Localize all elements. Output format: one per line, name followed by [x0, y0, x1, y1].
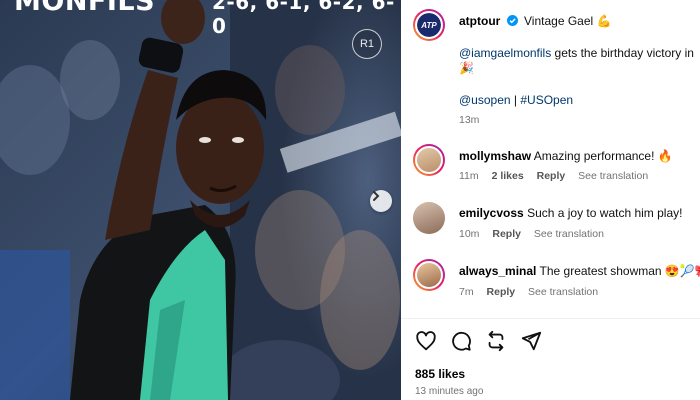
mention-link[interactable]: @iamgaelmonfils: [459, 46, 551, 60]
comment-time: 11m: [459, 170, 479, 182]
tag-separator: |: [510, 93, 521, 107]
repost-icon: [488, 330, 504, 352]
chevron-right-icon: [373, 191, 380, 201]
comment-username[interactable]: emilycvoss: [459, 206, 524, 220]
verified-badge-icon: [506, 15, 518, 26]
round-badge: R1: [352, 29, 382, 59]
see-translation-link[interactable]: See translation: [528, 286, 598, 298]
player-photo: [0, 0, 401, 400]
hashtag-link[interactable]: #USOpen: [520, 93, 573, 107]
divider: [401, 318, 700, 319]
reply-button[interactable]: Reply: [487, 286, 516, 298]
caption-text: gets the birthday victory in: [551, 46, 694, 60]
comment-icon: [452, 331, 471, 351]
share-button[interactable]: [520, 330, 542, 352]
overlay-player-name: MONFILS: [14, 0, 156, 17]
reply-button[interactable]: Reply: [537, 170, 566, 182]
caption-body: @iamgaelmonfils gets the birthday victor…: [459, 46, 694, 60]
post-sidebar: ATP atptour Vintage Gael 💪 @iamgaelmonfi…: [401, 0, 700, 400]
comment-text: Such a joy to watch him play!: [527, 206, 683, 220]
comment: emilycvoss Such a joy to watch him play!: [459, 206, 682, 220]
comment: mollymshaw Amazing performance! 🔥: [459, 149, 673, 163]
comment-meta: 11m 2 likes Reply See translation: [459, 170, 658, 182]
comment-username[interactable]: mollymshaw: [459, 149, 531, 163]
author-avatar[interactable]: ATP: [413, 9, 445, 41]
commenter-avatar[interactable]: [413, 144, 445, 176]
comment-likes[interactable]: 2 likes: [492, 170, 524, 182]
comment: always_minal The greatest showman 😍🎾🎀: [459, 264, 700, 278]
comment-text: Amazing performance! 🔥: [533, 149, 673, 163]
heart-icon: [416, 331, 436, 351]
caption-title: Vintage Gael 💪: [524, 14, 612, 28]
comment-meta: 10m Reply See translation: [459, 228, 614, 240]
like-button[interactable]: [415, 330, 437, 352]
comment-button[interactable]: [450, 330, 472, 352]
see-translation-link[interactable]: See translation: [534, 228, 604, 240]
post-timestamp: 13 minutes ago: [415, 386, 484, 397]
comment-meta: 7m Reply See translation: [459, 286, 608, 298]
commenter-avatar[interactable]: [413, 259, 445, 291]
caption-header: atptour Vintage Gael 💪: [459, 14, 611, 28]
atp-logo: ATP: [421, 20, 437, 30]
next-slide-button[interactable]: [370, 190, 392, 212]
caption-time: 13m: [459, 114, 480, 126]
author-username[interactable]: atptour: [459, 14, 500, 28]
reply-button[interactable]: Reply: [492, 228, 521, 240]
commenter-avatar[interactable]: [413, 202, 445, 234]
caption-emoji: 🎉: [459, 61, 474, 75]
share-icon: [521, 331, 542, 351]
comment-time: 10m: [459, 228, 480, 240]
usopen-link[interactable]: @usopen: [459, 93, 511, 107]
action-bar: [415, 330, 542, 352]
caption-tags: @usopen | #USOpen: [459, 93, 573, 107]
likes-count[interactable]: 885 likes: [415, 367, 465, 381]
comment-time: 7m: [459, 286, 474, 298]
post-media[interactable]: MONFILS 2-6, 6-1, 6-2, 6-0 R1: [0, 0, 401, 400]
see-translation-link[interactable]: See translation: [578, 170, 648, 182]
comment-username[interactable]: always_minal: [459, 264, 536, 278]
comment-text: The greatest showman 😍🎾🎀: [539, 264, 700, 278]
repost-button[interactable]: [485, 330, 507, 352]
